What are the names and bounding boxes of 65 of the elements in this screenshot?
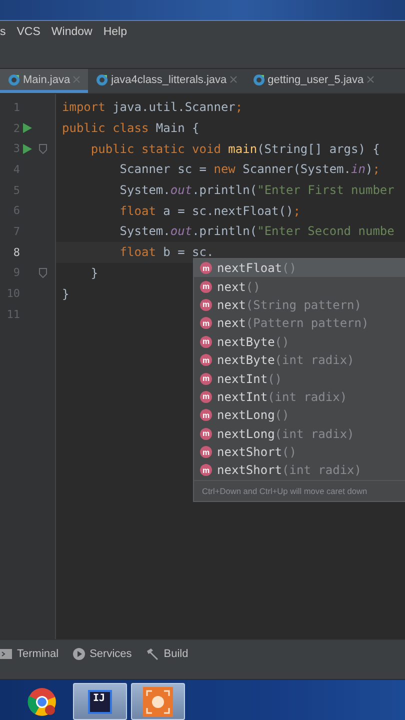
tool-window-button[interactable]: Terminal <box>0 648 59 660</box>
hammer-icon <box>146 648 159 660</box>
tool-window-button[interactable]: Services <box>72 648 132 660</box>
completion-item[interactable]: m nextLong() <box>194 406 405 425</box>
code-line: Scanner sc = new Scanner(System.in); <box>118 162 380 176</box>
file-tab[interactable]: java4class_litterals.java <box>88 69 245 93</box>
completion-item[interactable]: m nextInt(int radix) <box>194 388 405 406</box>
completion-item[interactable]: m nextFloat() <box>194 259 405 278</box>
fold-icon[interactable] <box>39 144 47 154</box>
tab-label: java4class_litterals.java <box>111 74 227 86</box>
completion-item[interactable]: m next(Pattern pattern) <box>194 314 405 333</box>
completion-item[interactable]: m next(String pattern) <box>194 296 405 314</box>
method-icon: m <box>200 446 212 458</box>
class-file-icon <box>8 74 20 86</box>
services-icon <box>72 648 85 660</box>
fold-icon[interactable] <box>39 268 47 278</box>
class-file-icon <box>96 74 108 86</box>
code-line: import java.util.Scanner; <box>62 100 243 114</box>
method-icon: m <box>200 280 212 293</box>
method-icon: m <box>200 409 212 422</box>
method-icon: m <box>200 372 212 385</box>
code-line: public static void main(String[] args) { <box>90 142 380 156</box>
completion-item[interactable]: m nextInt() <box>194 369 405 388</box>
completion-item[interactable]: m nextShort(int radix) <box>194 461 405 480</box>
menu-item[interactable]: Help <box>103 26 127 38</box>
tab-label: Main.java <box>23 74 70 86</box>
method-icon: m <box>200 336 212 348</box>
method-icon: m <box>200 354 212 366</box>
code-line: } <box>62 286 70 301</box>
method-icon: m <box>200 317 212 330</box>
menu-item[interactable]: s <box>0 26 6 38</box>
code-line: float a = sc.nextFloat(); <box>118 204 300 218</box>
hint-text: Ctrl+Down and Ctrl+Up will move caret down <box>194 480 405 501</box>
tab-label: getting_user_5.java <box>268 74 364 86</box>
close-icon[interactable] <box>366 76 374 83</box>
method-icon: m <box>200 390 212 403</box>
line-number: 8 <box>12 246 20 259</box>
code-line: float b = sc. <box>118 245 214 260</box>
class-file-icon <box>252 74 265 86</box>
method-icon: m <box>200 428 212 440</box>
code-line: System.out.println("Enter First number <box>118 183 394 198</box>
menu-item[interactable]: Window <box>51 26 92 38</box>
ide-logo: IJ <box>88 690 112 714</box>
completion-item[interactable]: m nextByte(int radix) <box>194 350 405 370</box>
code-line: public class Main { <box>62 121 200 136</box>
tool-window-button[interactable]: Build <box>146 648 188 660</box>
completion-item[interactable]: m next() <box>194 277 405 296</box>
run-icon[interactable] <box>22 123 32 134</box>
code-line: } <box>90 266 98 280</box>
method-icon: m <box>200 298 212 311</box>
method-icon: m <box>200 262 212 274</box>
method-icon: m <box>200 464 212 476</box>
menu-item[interactable]: VCS <box>16 26 40 38</box>
completion-item[interactable]: m nextShort() <box>194 442 405 462</box>
recorder-icon <box>143 686 173 716</box>
file-tab[interactable]: Main.java <box>0 69 88 93</box>
code-line: System.out.println("Enter Second numbe <box>118 224 394 238</box>
completion-item[interactable]: m nextByte() <box>194 332 405 351</box>
close-icon[interactable] <box>73 76 80 83</box>
close-icon[interactable] <box>230 76 237 83</box>
completion-item[interactable]: m nextLong(int radix) <box>194 424 405 443</box>
run-icon[interactable] <box>22 144 32 154</box>
file-tab[interactable]: getting_user_5.java <box>244 69 382 93</box>
taskbar-button[interactable]: IJ <box>73 683 127 720</box>
browser-icon <box>27 686 57 716</box>
